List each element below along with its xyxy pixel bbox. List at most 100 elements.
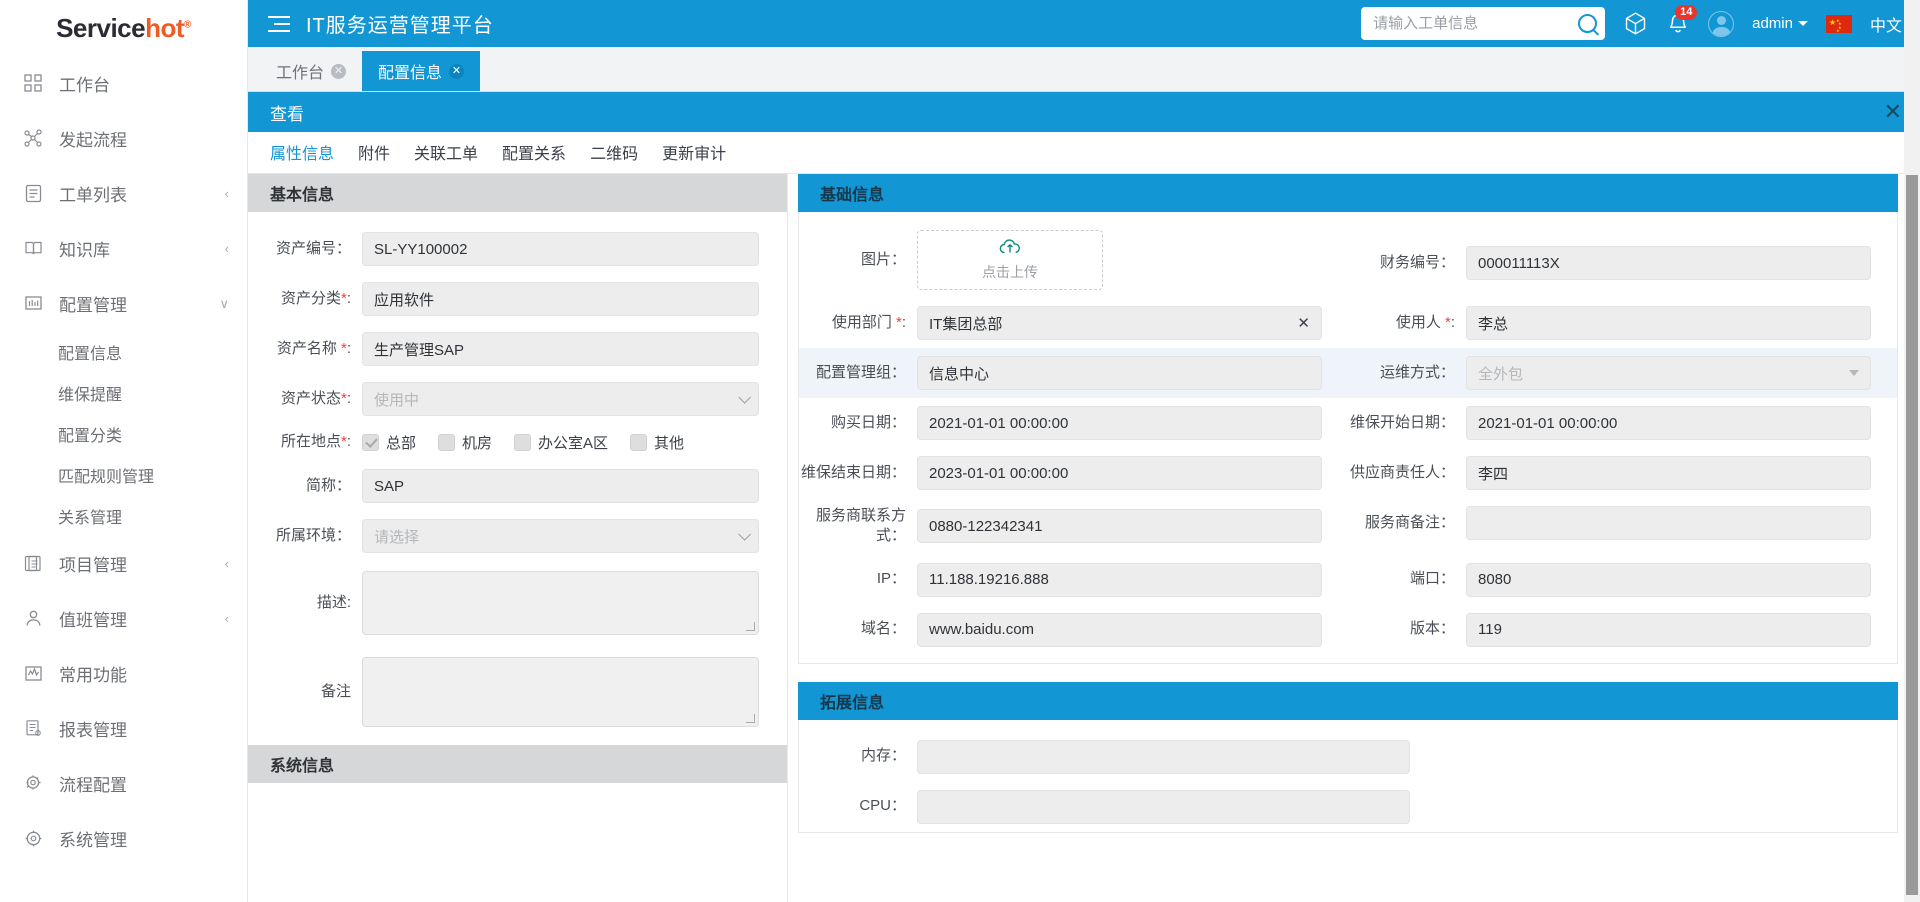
- tab-attribute-info[interactable]: 属性信息: [270, 140, 334, 166]
- field-value: 李四: [1478, 463, 1508, 484]
- user-menu[interactable]: admin: [1752, 15, 1808, 32]
- field-environment: 所属环境： 请选择: [248, 511, 787, 561]
- port-input[interactable]: 8080: [1466, 563, 1871, 597]
- field-label: 所在地点*:: [248, 433, 362, 452]
- sidebar-item-report-management[interactable]: 报表管理: [0, 701, 247, 756]
- field-label: 简称：: [248, 477, 362, 496]
- version-input[interactable]: 119: [1466, 613, 1871, 647]
- clear-icon[interactable]: ✕: [1297, 314, 1310, 332]
- service-note-input[interactable]: [1466, 506, 1871, 540]
- user-input[interactable]: 李总: [1466, 306, 1871, 340]
- tab-config-relations[interactable]: 配置关系: [502, 140, 566, 166]
- search-icon[interactable]: [1578, 14, 1597, 33]
- memory-input[interactable]: [917, 740, 1410, 774]
- remark-textarea[interactable]: [362, 657, 759, 727]
- sidebar-item-duty-management[interactable]: 值班管理 ‹: [0, 591, 247, 646]
- menu-collapse-icon[interactable]: [268, 15, 290, 33]
- page-tabs: 工作台 ✕ 配置信息 ✕: [248, 47, 1920, 92]
- tab-config-info[interactable]: 配置信息 ✕: [362, 51, 480, 91]
- asset-name-input[interactable]: 生产管理SAP: [362, 332, 759, 366]
- checkbox-headquarters[interactable]: [362, 434, 379, 451]
- row-dept-user: 使用部门 *: IT集团总部✕ 使用人 *: 李总: [799, 298, 1897, 348]
- cube-icon[interactable]: [1623, 11, 1648, 36]
- sidebar-item-common-functions[interactable]: 常用功能: [0, 646, 247, 701]
- sidebar-item-config-management[interactable]: 配置管理 ∨: [0, 276, 247, 331]
- report-icon: [24, 719, 50, 739]
- china-flag-icon[interactable]: ★ ★ ★ ★ ★: [1826, 15, 1852, 33]
- chevron-down-icon: [1849, 370, 1859, 376]
- sidebar-item-workbench[interactable]: 工作台: [0, 56, 247, 111]
- asset-status-select[interactable]: 使用中: [362, 382, 759, 416]
- sidebar-subitem-config-category[interactable]: 配置分类: [0, 413, 247, 454]
- config-group-input[interactable]: 信息中心: [917, 356, 1322, 390]
- sidebar-subitem-match-rule[interactable]: 匹配规则管理: [0, 454, 247, 495]
- search-input[interactable]: [1373, 15, 1578, 32]
- field-label: 域名：: [799, 620, 917, 639]
- search-box[interactable]: [1361, 7, 1605, 40]
- tab-qr-code[interactable]: 二维码: [590, 140, 638, 166]
- service-phone-input[interactable]: 0880-122342341: [917, 509, 1322, 543]
- logo-text-accent: hot: [145, 13, 184, 43]
- sidebar-item-project-management[interactable]: 项目管理 ‹: [0, 536, 247, 591]
- ip-input[interactable]: 11.188.19216.888: [917, 563, 1322, 597]
- field-value: 2023-01-01 00:00:00: [929, 465, 1068, 482]
- page-scrollbar[interactable]: [1904, 0, 1920, 902]
- sidebar-item-ticket-list[interactable]: 工单列表 ‹: [0, 166, 247, 221]
- sidebar-subitem-maintenance-reminder[interactable]: 维保提醒: [0, 372, 247, 413]
- sidebar-item-knowledge[interactable]: 知识库 ‹: [0, 221, 247, 276]
- close-icon[interactable]: ✕: [1884, 101, 1902, 123]
- warranty-end-input[interactable]: 2023-01-01 00:00:00: [917, 456, 1322, 490]
- tab-attachments[interactable]: 附件: [358, 140, 390, 166]
- tab-related-tickets[interactable]: 关联工单: [414, 140, 478, 166]
- upload-image-button[interactable]: 点击上传: [917, 230, 1103, 290]
- close-icon[interactable]: ✕: [331, 64, 346, 79]
- field-value: 8080: [1478, 571, 1511, 588]
- cpu-input[interactable]: [917, 790, 1410, 824]
- domain-input[interactable]: www.baidu.com: [917, 613, 1322, 647]
- field-placeholder: 请选择: [374, 526, 419, 547]
- description-textarea[interactable]: [362, 571, 759, 635]
- asset-class-input[interactable]: 应用软件: [362, 282, 759, 316]
- logo[interactable]: Servicehot®: [0, 0, 247, 56]
- purchase-date-input[interactable]: 2021-01-01 00:00:00: [917, 406, 1322, 440]
- environment-select[interactable]: 请选择: [362, 519, 759, 553]
- field-remark: 备注: [248, 643, 787, 735]
- using-department-input[interactable]: IT集团总部✕: [917, 306, 1322, 340]
- tab-update-audit[interactable]: 更新审计: [662, 140, 726, 166]
- short-name-input[interactable]: SAP: [362, 469, 759, 503]
- avatar[interactable]: [1708, 11, 1734, 37]
- notifications-button[interactable]: 14: [1666, 12, 1690, 36]
- page-title: IT服务运营管理平台: [306, 9, 494, 38]
- field-value: 119: [1478, 621, 1502, 638]
- close-icon[interactable]: ✕: [449, 64, 464, 79]
- section-header-base-info: 基础信息: [798, 174, 1898, 212]
- ops-mode-select[interactable]: 全外包: [1466, 356, 1871, 390]
- sidebar-subitem-relation[interactable]: 关系管理: [0, 495, 247, 536]
- field-label: IP：: [799, 570, 917, 589]
- asset-no-input[interactable]: SL-YY100002: [362, 232, 759, 266]
- chevron-left-icon: ‹: [225, 611, 229, 626]
- section-title: 系统信息: [270, 752, 334, 776]
- row-cmdb-group-ops: 配置管理组： 信息中心 运维方式： 全外包: [799, 348, 1897, 398]
- chevron-left-icon: ‹: [225, 556, 229, 571]
- checkbox-office-a[interactable]: [514, 434, 531, 451]
- field-supplier-contact: 供应商责任人： 李四: [1348, 448, 1897, 498]
- sidebar-item-system-management[interactable]: 系统管理: [0, 811, 247, 866]
- tab-workbench[interactable]: 工作台 ✕: [260, 51, 362, 91]
- language-label[interactable]: 中文: [1870, 12, 1902, 36]
- checkbox-server-room[interactable]: [438, 434, 455, 451]
- sidebar-item-start-process[interactable]: 发起流程: [0, 111, 247, 166]
- required-marker: *: [896, 314, 902, 331]
- sidebar-subitem-label: 配置信息: [58, 340, 122, 364]
- sidebar-subitem-config-info[interactable]: 配置信息: [0, 331, 247, 372]
- finance-no-input[interactable]: 000011113X: [1466, 246, 1871, 280]
- book-icon: [24, 239, 50, 259]
- field-label: 图片：: [799, 251, 917, 270]
- checkbox-other[interactable]: [630, 434, 647, 451]
- warranty-start-input[interactable]: 2021-01-01 00:00:00: [1466, 406, 1871, 440]
- sidebar-subitem-label: 维保提醒: [58, 381, 122, 405]
- sidebar-item-process-config[interactable]: 流程配置: [0, 756, 247, 811]
- field-version: 版本： 119: [1348, 605, 1897, 655]
- field-label: 描述:: [248, 594, 362, 613]
- supplier-contact-input[interactable]: 李四: [1466, 456, 1871, 490]
